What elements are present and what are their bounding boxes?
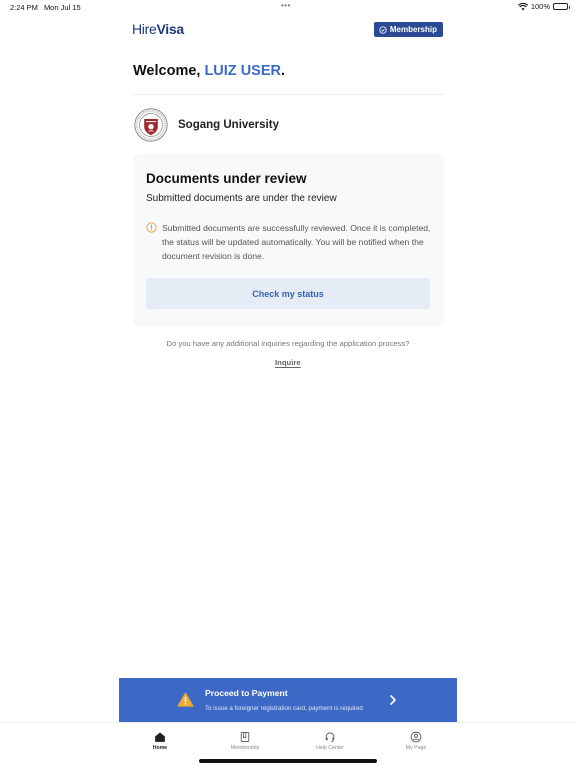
membership-badge-button[interactable]: Membership [373,22,443,37]
tab-help-center[interactable]: Help Center [300,731,360,751]
proceed-to-payment-banner[interactable]: Proceed to Payment To issue a foreigner … [119,678,457,722]
inquire-link[interactable]: Inquire [275,358,301,367]
book-icon [240,732,250,742]
check-circle-icon [379,25,387,34]
welcome-heading: Welcome, LUIZ USER. [133,63,286,79]
chevron-right-icon [390,695,396,705]
warning-icon [177,692,194,707]
review-status-card: Documents under review Submitted documen… [133,153,444,327]
user-name: LUIZ USER [204,63,281,79]
info-icon [146,222,157,233]
tab-home[interactable]: Home [130,731,190,751]
info-text: Submitted documents are successfully rev… [162,223,431,261]
status-bar: 2:24 PM Mon Jul 15 ••• 100% [0,0,576,14]
multitasking-dots-icon[interactable]: ••• [281,1,291,10]
home-icon [155,732,165,742]
check-status-button[interactable]: Check my status [146,278,430,309]
status-time: 2:24 PM Mon Jul 15 [10,3,81,12]
university-seal-icon [134,108,168,142]
membership-badge-label: Membership [389,25,437,34]
battery-icon [553,3,570,10]
headset-icon [325,732,335,743]
status-date: Mon Jul 15 [43,3,81,12]
wifi-icon [517,2,528,10]
card-subtitle: Submitted documents are under the review [146,193,337,204]
info-row: Submitted documents are successfully rev… [146,221,436,263]
university-name: Sogang University [178,119,279,131]
payment-subtitle: To issue a foreigner registration card, … [205,705,363,712]
home-indicator[interactable] [199,759,377,763]
app-header: HireVisa Membership [132,20,444,40]
tab-membership[interactable]: Membership [215,731,275,751]
user-circle-icon [410,731,422,743]
tab-my-page[interactable]: My Page [386,731,446,751]
card-title: Documents under review [146,171,307,186]
hirevisa-logo[interactable]: HireVisa [132,21,184,37]
university-row: Sogang University [134,108,279,142]
divider [133,94,444,95]
status-indicators: 100% [517,2,570,11]
battery-percent: 100% [530,2,550,11]
payment-title: Proceed to Payment [205,688,288,698]
inquiry-text: Do you have any additional inquiries reg… [166,339,410,348]
